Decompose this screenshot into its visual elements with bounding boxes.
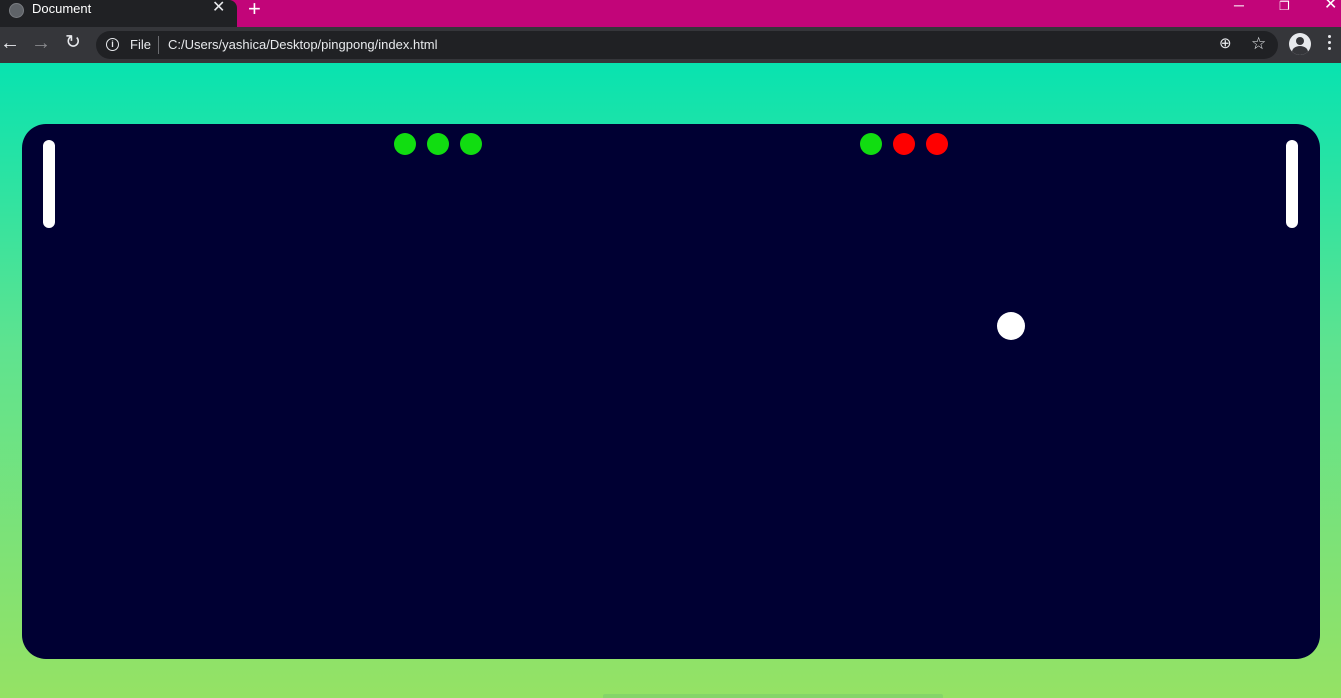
forward-button[interactable]: → bbox=[31, 33, 51, 55]
profile-avatar-icon[interactable] bbox=[1289, 33, 1311, 55]
left-life-2 bbox=[427, 133, 449, 155]
right-life-3 bbox=[926, 133, 948, 155]
scheme-label[interactable]: File bbox=[130, 37, 151, 53]
right-life-1 bbox=[860, 133, 882, 155]
left-life-3 bbox=[460, 133, 482, 155]
restore-button[interactable]: ❐ bbox=[1279, 0, 1290, 15]
ball bbox=[997, 312, 1025, 340]
back-button[interactable]: ← bbox=[0, 33, 20, 55]
title-bar: Document ✕ + ─ ❐ ✕ bbox=[0, 0, 1341, 27]
globe-icon bbox=[9, 3, 24, 18]
address-divider bbox=[158, 36, 159, 54]
tab-title: Document bbox=[32, 1, 92, 16]
left-paddle[interactable] bbox=[43, 140, 55, 228]
minimize-button[interactable]: ─ bbox=[1234, 0, 1244, 14]
close-window-button[interactable]: ✕ bbox=[1324, 0, 1337, 14]
url-text[interactable]: C:/Users/yashica/Desktop/pingpong/index.… bbox=[168, 37, 438, 53]
reload-button[interactable]: ↻ bbox=[63, 33, 83, 55]
right-paddle[interactable] bbox=[1286, 140, 1298, 228]
browser-toolbar: ← → ↻ i File C:/Users/yashica/Desktop/pi… bbox=[0, 27, 1341, 63]
star-icon[interactable]: ☆ bbox=[1251, 34, 1266, 54]
tab-document[interactable]: Document ✕ bbox=[0, 0, 237, 27]
address-bar[interactable]: i File C:/Users/yashica/Desktop/pingpong… bbox=[96, 31, 1278, 59]
close-tab-icon[interactable]: ✕ bbox=[212, 0, 225, 16]
info-icon[interactable]: i bbox=[106, 38, 119, 51]
right-life-2 bbox=[893, 133, 915, 155]
page-viewport bbox=[0, 63, 1341, 698]
zoom-icon[interactable]: ⊕ bbox=[1219, 35, 1232, 53]
left-life-1 bbox=[394, 133, 416, 155]
more-menu-icon[interactable] bbox=[1328, 35, 1332, 53]
game-board bbox=[22, 124, 1320, 659]
new-tab-button[interactable]: + bbox=[248, 0, 261, 21]
bottom-edge bbox=[603, 694, 943, 698]
